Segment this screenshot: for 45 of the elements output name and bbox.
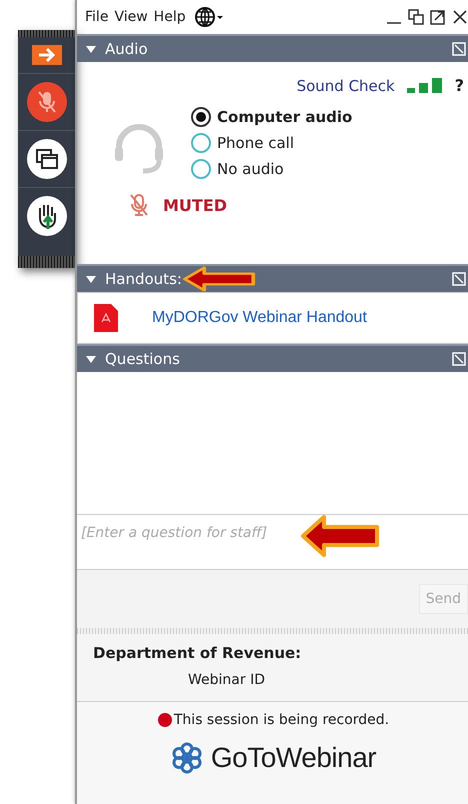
restore-icon[interactable]	[408, 9, 424, 25]
pop-out-icon[interactable]	[430, 9, 446, 25]
close-icon[interactable]	[452, 9, 468, 25]
organizer-name: Department of Revenue:	[93, 644, 302, 662]
expand-icon[interactable]	[452, 272, 466, 286]
signal-level-icon	[406, 78, 443, 94]
audio-option[interactable]: No audio	[191, 159, 352, 179]
raise-hand-icon[interactable]	[26, 196, 66, 236]
sound-check-link[interactable]: Sound Check	[296, 76, 395, 94]
collapse-triangle-icon[interactable]	[85, 353, 97, 365]
muted-microphone-icon[interactable]	[26, 82, 66, 122]
grip-handle[interactable]	[18, 256, 75, 268]
pane-title: Audio	[105, 40, 148, 58]
pdf-file-icon	[94, 304, 118, 332]
flower-logo-icon	[170, 742, 203, 774]
radio-button[interactable]	[191, 159, 211, 179]
webinar-id-label: Webinar ID	[187, 671, 266, 688]
grip-handle[interactable]	[18, 30, 75, 37]
arrow-right-icon[interactable]	[32, 45, 62, 65]
brand-name: GoToWebinar	[210, 742, 376, 774]
menu-item[interactable]: View	[114, 9, 148, 25]
audio-option[interactable]: Phone call	[191, 133, 352, 153]
pane-title: Questions	[105, 350, 180, 368]
menu-item[interactable]: File	[85, 9, 108, 25]
windows-icon[interactable]	[26, 139, 66, 179]
radio-button[interactable]	[191, 133, 211, 153]
expand-icon[interactable]	[452, 42, 466, 56]
collapse-triangle-icon[interactable]	[85, 273, 97, 285]
expand-icon[interactable]	[452, 352, 466, 366]
recording-dot-icon	[158, 713, 172, 727]
menu-item[interactable]: Help	[154, 9, 186, 25]
handout-link[interactable]: MyDORGov Webinar Handout	[152, 309, 367, 327]
mute-status: MUTED	[163, 196, 228, 214]
pane-header[interactable]: Audio	[77, 34, 468, 62]
audio-option[interactable]: Computer audio	[191, 107, 352, 127]
radio-button[interactable]	[191, 107, 211, 127]
pane-header[interactable]: Handouts:	[77, 264, 468, 292]
globe-dropdown-icon[interactable]	[194, 6, 224, 28]
help-button[interactable]: ?	[454, 76, 464, 95]
collapse-triangle-icon[interactable]	[85, 43, 97, 55]
recording-notice: This session is being recorded.	[174, 712, 390, 728]
question-input-field[interactable]: [Enter a question for staff]	[77, 514, 468, 570]
pane-header[interactable]: Questions	[77, 344, 468, 372]
muted-microphone-icon	[129, 193, 149, 217]
pane-title: Handouts:	[105, 270, 182, 288]
